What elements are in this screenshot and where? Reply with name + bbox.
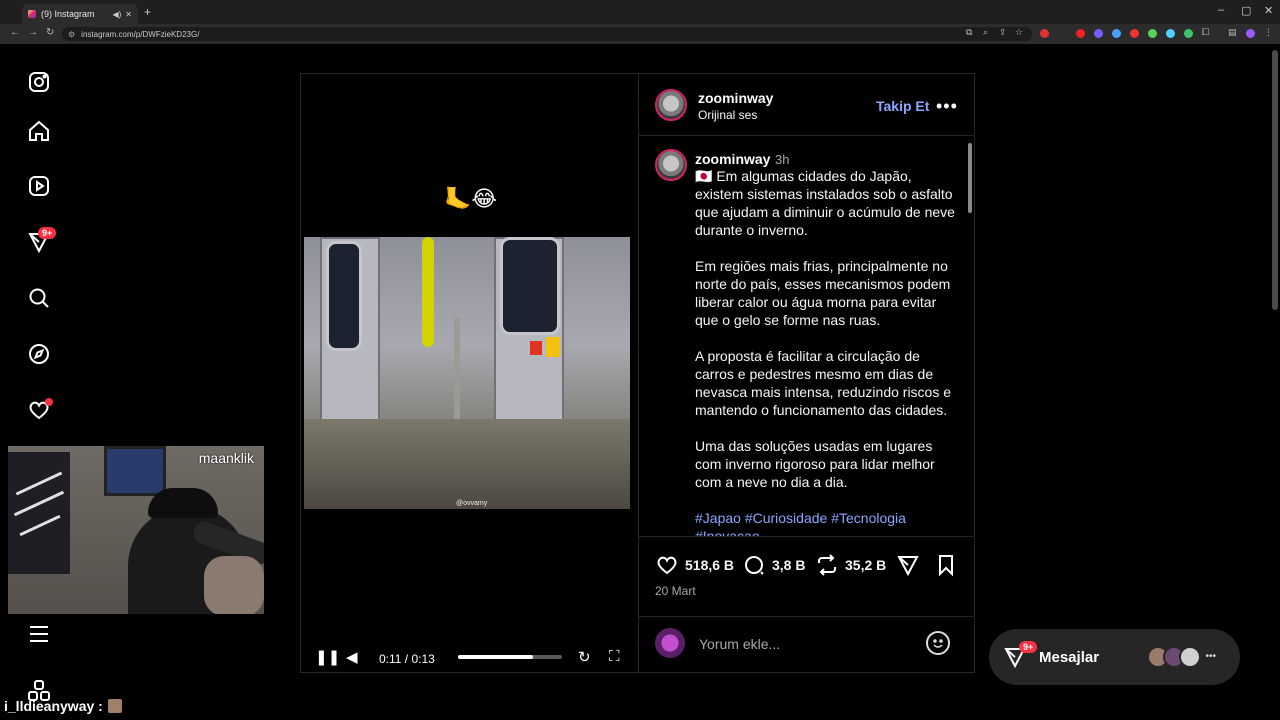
sidebar-toggle-icon[interactable]: ▤ [1228,27,1237,38]
url-text: instagram.com/p/DWFzieKD23G/ [81,29,200,39]
messages-pill[interactable]: 9+ Mesajlar ••• [989,629,1240,685]
more-menu-icon[interactable] [26,621,52,647]
video-progress-bar[interactable] [458,655,562,659]
chat-user-avatar [107,699,122,713]
tab-audio-icon[interactable]: ◀) [112,10,121,19]
maximize-button[interactable]: ▢ [1241,4,1251,17]
share-button[interactable] [896,553,926,577]
site-info-icon[interactable]: ⚙ [68,30,75,39]
zoom-icon[interactable]: ⌕ [983,27,988,38]
new-tab-button[interactable]: + [144,5,151,19]
extension-icon[interactable] [1094,29,1103,38]
recent-chat-avatars: ••• [1147,646,1216,668]
audio-label[interactable]: Orijinal ses [698,108,757,122]
follow-button[interactable]: Takip Et [876,98,929,114]
extension-icon[interactable] [1130,29,1139,38]
pause-icon[interactable]: ❚❚ [315,648,340,666]
bookmark-star-icon[interactable]: ☆ [1015,27,1023,38]
close-window-button[interactable]: ✕ [1264,4,1273,17]
video-emoji-overlay: 🦶😂 [444,186,498,211]
extension-icon[interactable] [1040,29,1049,38]
fullscreen-icon[interactable]: ⛶ [609,648,620,665]
notification-dot [45,398,53,406]
video-frame[interactable]: @ovvamy [304,237,630,509]
viewer-avatar [655,628,685,658]
caption-author[interactable]: zoominway [695,151,770,167]
video-progress-fill [458,655,533,659]
extension-icon[interactable] [1148,29,1157,38]
caption-body: 🇯🇵 Em algumas cidades do Japão, existem … [695,168,955,490]
more-chats[interactable]: ••• [1205,646,1216,668]
author-avatar[interactable] [655,89,687,121]
comment-composer: Yorum ekle... [639,618,974,672]
caption-scrollbar[interactable] [968,143,972,213]
browser-tab-instagram[interactable]: (9) Instagram ◀) ✕ [22,4,138,24]
playback-speed-icon[interactable]: ↻ [578,648,591,666]
chat-user-tag: i_lldieanyway : [4,698,122,714]
share-icon [897,556,919,577]
tab-close-icon[interactable]: ✕ [125,10,132,19]
messages-badge: 9+ [38,227,57,239]
repost-count: 35,2 B [845,557,887,573]
post-header: zoominway Orijinal ses Takip Et ••• [639,74,974,136]
video-time: 0:11 / 0:13 [379,652,435,666]
author-username[interactable]: zoominway [698,90,773,106]
caption-text: 🇯🇵 Em algumas cidades do Japão, existem … [695,167,957,536]
heart-icon [657,556,677,575]
extension-icon[interactable] [1112,29,1121,38]
explore-compass-icon[interactable] [26,341,52,367]
forward-icon[interactable]: → [28,27,38,38]
video-watermark: @ovvamy [456,500,488,507]
caption-age: 3h [775,152,790,167]
extension-icon[interactable] [1184,29,1193,38]
messages-label: Mesajlar [1039,648,1100,666]
reload-icon[interactable]: ↻ [46,27,54,38]
home-icon[interactable] [26,118,52,144]
volume-icon[interactable]: ◀ [346,648,358,666]
browser-menu-icon[interactable]: ⋮ [1264,27,1273,38]
emoji-picker-icon[interactable] [926,631,950,655]
chat-username: i_lldieanyway : [4,698,103,714]
post-options-button[interactable]: ••• [936,96,958,117]
streamer-name: maanklik [198,450,254,466]
post-actions: 518,6 B 3,8 B 35,2 B 20 Mart [639,537,974,617]
instagram-favicon-icon [28,10,36,18]
repost-button[interactable]: 35,2 B [815,553,886,577]
profile-avatar[interactable] [1246,29,1255,38]
caption-hashtags[interactable]: #Japao #Curiosidade #Tecnologia #Inovaca… [695,510,906,536]
back-icon[interactable]: ← [10,27,20,38]
tab-title: (9) Instagram [41,9,95,19]
chat-avatar[interactable] [1179,646,1202,668]
comment-button[interactable]: 3,8 B [742,553,805,577]
comment-input[interactable]: Yorum ekle... [699,636,780,652]
search-icon[interactable] [26,285,52,311]
messages-pill-badge: 9+ [1019,641,1038,653]
minimize-button[interactable]: – [1218,4,1224,16]
bookmark-icon [939,555,953,577]
caption-author-avatar[interactable] [655,149,687,181]
translate-icon[interactable]: ⧉ [966,27,972,38]
address-bar[interactable]: ⚙ instagram.com/p/DWFzieKD23G/ [62,27,1032,41]
instagram-logo-icon[interactable] [26,69,52,95]
streamer-webcam: maanklik [8,446,264,614]
share-icon[interactable]: ⇪ [999,27,1007,38]
like-count: 518,6 B [685,557,735,573]
extension-icon[interactable] [1076,29,1085,38]
page-scrollbar[interactable] [1272,50,1278,310]
comment-count: 3,8 B [772,557,806,573]
comment-icon [745,556,764,575]
post-date: 20 Mart [655,584,696,598]
save-button[interactable] [934,553,964,577]
extension-icon[interactable] [1166,29,1175,38]
repost-icon [818,554,836,576]
caption-panel[interactable]: zoominway 3h 🇯🇵 Em algumas cidades do Ja… [639,137,974,537]
browser-tab-bar [0,0,1280,24]
extensions-puzzle-icon[interactable]: ⧠ [1202,27,1209,38]
like-button[interactable]: 518,6 B [655,553,734,577]
reels-icon[interactable] [26,173,52,199]
